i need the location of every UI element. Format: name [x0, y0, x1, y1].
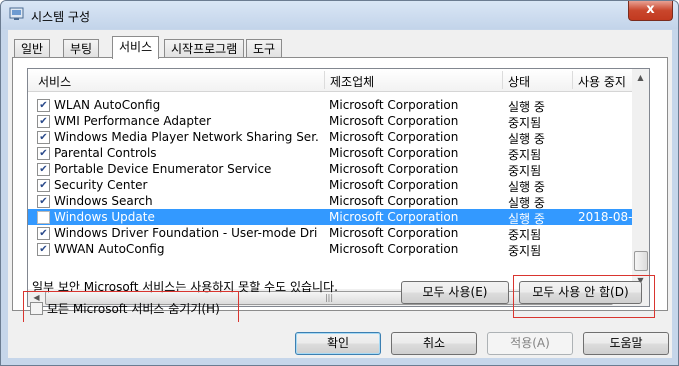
service-name: WMI Performance Adapter [54, 114, 212, 128]
checkmark-icon: ✔ [39, 132, 48, 143]
service-name: Windows Update [54, 210, 155, 224]
checkmark-icon: ✔ [39, 164, 48, 175]
checkmark-icon: ✔ [39, 100, 48, 111]
column-divider[interactable] [572, 71, 573, 89]
disabled-date: 2018-08-... [578, 210, 632, 224]
column-header-date[interactable]: 사용 중지 [578, 73, 626, 90]
dialog-client: 일반 부팅 서비스 시작프로그램 도구 서비스 제조업체 상태 사용 중지 ✔ W… [8, 30, 672, 358]
checkmark-icon: ✔ [39, 180, 48, 191]
checkmark-icon: ✔ [39, 244, 48, 255]
scroll-up-icon[interactable]: ▲ [632, 69, 649, 86]
service-name: WWAN AutoConfig [54, 242, 165, 256]
checkmark-icon: ✔ [39, 228, 48, 239]
tab-label: 시작프로그램 [171, 42, 238, 56]
tab-boot[interactable]: 부팅 [63, 39, 100, 58]
window-title: 시스템 구성 [31, 10, 91, 24]
tab-services[interactable]: 서비스 [112, 36, 160, 59]
status: 중지됨 [508, 244, 542, 258]
title-bar[interactable]: 시스템 구성 x [1, 1, 678, 29]
enable-all-button[interactable]: 모두 사용(E) [401, 281, 509, 304]
service-name: Portable Device Enumerator Service [54, 162, 272, 176]
vertical-scroll-thumb[interactable] [634, 251, 648, 271]
tab-startup[interactable]: 시작프로그램 [164, 39, 245, 58]
checkmark-icon: ✔ [39, 116, 48, 127]
tab-general[interactable]: 일반 [14, 39, 51, 58]
apply-button[interactable]: 적용(A) [487, 332, 573, 355]
manufacturer: Microsoft Corporation [329, 130, 459, 144]
manufacturer: Microsoft Corporation [329, 178, 459, 192]
tab-label: 부팅 [70, 42, 93, 56]
service-checkbox[interactable]: ✔ [37, 99, 50, 112]
help-button[interactable]: 도움말 [583, 332, 669, 355]
column-header-status[interactable]: 상태 [508, 73, 530, 90]
column-divider[interactable] [502, 71, 503, 89]
table-row[interactable]: ✔ Windows Search Microsoft Corporation 실행 중 [28, 193, 632, 210]
service-name: WLAN AutoConfig [54, 98, 161, 112]
service-checkbox[interactable]: ✔ [37, 227, 50, 240]
cancel-button[interactable]: 취소 [391, 332, 477, 355]
system-config-icon [9, 7, 24, 20]
manufacturer: Microsoft Corporation [329, 146, 459, 160]
service-checkbox[interactable]: ✔ [37, 147, 50, 160]
service-name: Windows Search [54, 194, 153, 208]
service-checkbox[interactable]: ✔ [37, 131, 50, 144]
ok-button[interactable]: 확인 [295, 332, 381, 355]
tab-label: 서비스 [119, 40, 153, 54]
manufacturer: Microsoft Corporation [329, 114, 459, 128]
service-checkbox[interactable]: ✔ [37, 163, 50, 176]
tab-label: 일반 [21, 42, 44, 56]
service-checkbox[interactable]: ✔ [37, 179, 50, 192]
column-header-service[interactable]: 서비스 [38, 73, 71, 90]
column-divider[interactable] [324, 71, 325, 89]
service-checkbox[interactable]: ✔ [37, 115, 50, 128]
table-row[interactable]: ✔ Portable Device Enumerator Service Micro… [28, 161, 632, 178]
list-header: 서비스 제조업체 상태 사용 중지 [28, 69, 632, 92]
service-name: Parental Controls [54, 146, 157, 160]
service-checkbox[interactable] [37, 211, 50, 224]
manufacturer: Microsoft Corporation [329, 194, 459, 208]
table-row[interactable]: ✔ Parental Controls Microsoft Corporation 중… [28, 145, 632, 162]
table-row[interactable]: ✔ Windows Driver Foundation - User-mode D… [28, 225, 632, 242]
service-checkbox[interactable]: ✔ [37, 195, 50, 208]
service-name: Windows Driver Foundation - User-mode Dr… [54, 226, 318, 240]
highlight-box [513, 275, 655, 318]
services-list[interactable]: 서비스 제조업체 상태 사용 중지 ✔ WLAN AutoConfig Micros… [27, 68, 650, 307]
table-row[interactable]: ✔ Windows Media Player Network Sharing Se… [28, 129, 632, 146]
tab-tools[interactable]: 도구 [246, 39, 283, 58]
vertical-scrollbar[interactable]: ▲ ▼ [632, 69, 649, 289]
table-row[interactable]: ✔ WWAN AutoConfig Microsoft Corporation 중지됨 [28, 241, 632, 258]
tab-label: 도구 [253, 42, 276, 56]
service-name: Windows Media Player Network Sharing Ser… [54, 130, 318, 144]
manufacturer: Microsoft Corporation [329, 242, 459, 256]
system-config-window: 시스템 구성 x 일반 부팅 서비스 시작프로그램 도구 서비스 제조업체 상태… [0, 0, 679, 366]
manufacturer: Microsoft Corporation [329, 210, 459, 224]
close-button[interactable]: x [628, 1, 673, 21]
table-row[interactable]: ✔ WMI Performance Adapter Microsoft Corpor… [28, 113, 632, 130]
manufacturer: Microsoft Corporation [329, 226, 459, 240]
service-name: Security Center [54, 178, 148, 192]
table-row[interactable]: Windows Update Microsoft Corporation 실행 중2… [28, 209, 632, 226]
dialog-footer: 확인 취소 적용(A) 도움말 [8, 322, 672, 358]
service-checkbox[interactable]: ✔ [37, 243, 50, 256]
manufacturer: Microsoft Corporation [329, 98, 459, 112]
table-row[interactable]: ✔ Security Center Microsoft Corporation 실행 … [28, 177, 632, 194]
checkmark-icon: ✔ [39, 148, 48, 159]
checkmark-icon: ✔ [39, 196, 48, 207]
table-row[interactable]: ✔ WLAN AutoConfig Microsoft Corporation 실행 … [28, 97, 632, 114]
close-icon: x [646, 2, 655, 17]
manufacturer: Microsoft Corporation [329, 162, 459, 176]
column-header-manufacturer[interactable]: 제조업체 [330, 73, 374, 90]
